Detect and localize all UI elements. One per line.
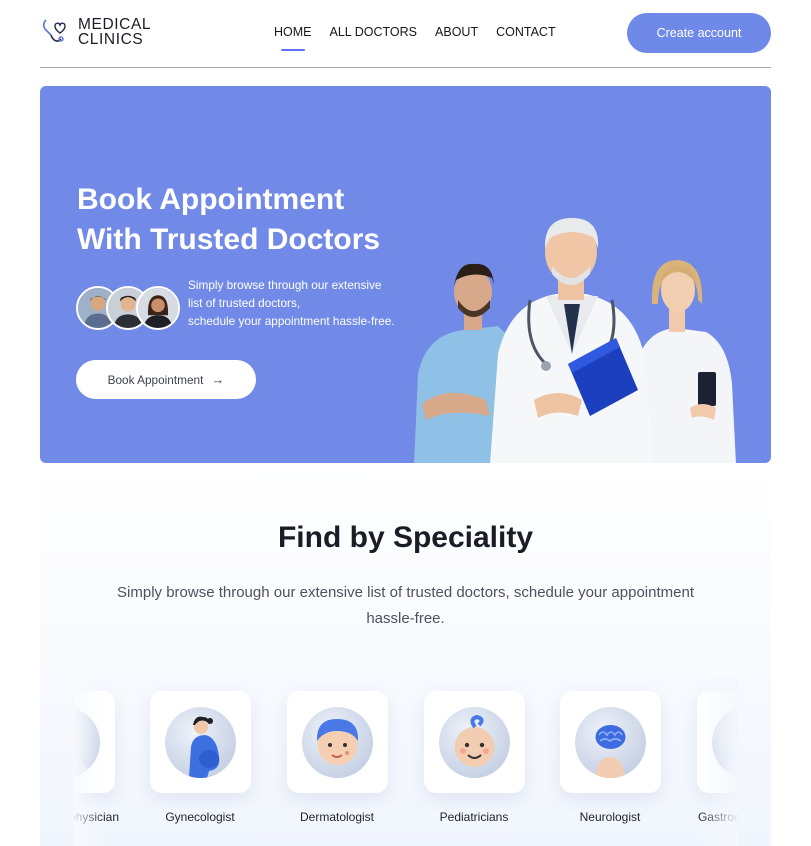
speciality-card-pediatricians[interactable] — [424, 691, 525, 793]
nav-home[interactable]: HOME — [274, 25, 312, 51]
nav-about[interactable]: ABOUT — [435, 25, 478, 39]
doctors-group-image — [414, 218, 736, 463]
nav-contact[interactable]: CONTACT — [496, 25, 556, 39]
hero-title-line2: With Trusted Doctors — [77, 223, 381, 256]
pediatricians-icon — [439, 706, 510, 778]
speciality-card-gynecologist[interactable] — [150, 691, 251, 793]
hero-desc-line1: Simply browse through our extensive list… — [188, 278, 382, 310]
nav-all-doctors[interactable]: ALL DOCTORS — [330, 25, 418, 39]
hero-title-line1: Book Appointment — [77, 183, 345, 216]
navbar: MEDICAL CLINICS HOME ALL DOCTORS ABOUT C… — [40, 0, 771, 68]
speciality-label[interactable]: Dermatologist — [267, 810, 407, 824]
neurologist-icon — [575, 706, 646, 778]
logo[interactable]: MEDICAL CLINICS — [42, 17, 151, 47]
hero-description: Simply browse through our extensive list… — [188, 276, 398, 330]
stethoscope-heart-icon — [42, 19, 66, 42]
carousel-fade-right — [698, 677, 738, 846]
patient-avatars — [76, 286, 180, 330]
logo-line2: CLINICS — [78, 31, 144, 48]
speciality-card-dermatologist[interactable] — [287, 691, 388, 793]
speciality-card-neurologist[interactable] — [560, 691, 661, 793]
speciality-label[interactable]: Neurologist — [540, 810, 680, 824]
speciality-section: Find by Speciality Simply browse through… — [40, 463, 771, 846]
book-appointment-button[interactable]: Book Appointment → — [76, 360, 256, 399]
logo-text: MEDICAL CLINICS — [78, 16, 152, 48]
arrow-right-icon: → — [211, 372, 225, 387]
hero-desc-line2: schedule your appointment hassle-free. — [188, 314, 395, 328]
carousel-fade-left — [74, 677, 104, 846]
dermatologist-icon — [302, 706, 373, 778]
avatar — [136, 286, 180, 330]
gynecologist-icon — [165, 706, 236, 778]
book-appointment-label: Book Appointment — [107, 372, 204, 387]
hero-banner: Book Appointment With Trusted Doctors Si… — [40, 86, 771, 463]
speciality-carousel[interactable]: General physician Gynecologist Dermatolo… — [74, 677, 738, 846]
speciality-subtitle: Simply browse through our extensive list… — [117, 584, 694, 627]
main-menu: HOME ALL DOCTORS ABOUT CONTACT — [274, 25, 574, 51]
speciality-label[interactable]: Pediatricians — [404, 810, 544, 824]
create-account-button[interactable]: Create account — [627, 13, 771, 53]
speciality-label[interactable]: Gynecologist — [130, 810, 270, 824]
speciality-title: Find by Speciality — [277, 521, 534, 554]
logo-line1: MEDICAL — [78, 16, 152, 33]
